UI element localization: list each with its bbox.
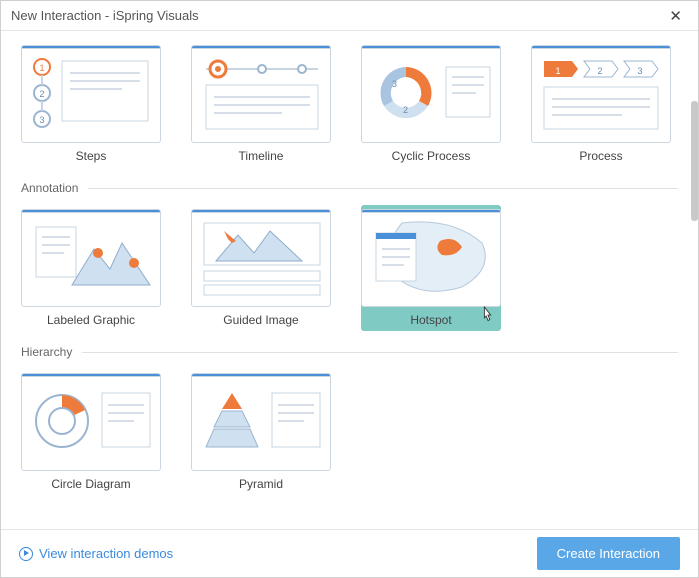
svg-text:2: 2 <box>597 66 602 76</box>
template-label: Hotspot <box>410 313 451 327</box>
gallery-row: Circle Diagram Pyramid <box>21 369 678 495</box>
cursor-pointer-icon <box>479 305 497 327</box>
template-label: Timeline <box>239 149 284 163</box>
template-labeled-graphic[interactable]: Labeled Graphic <box>21 205 161 331</box>
template-label: Pyramid <box>239 477 283 491</box>
section-title: Hierarchy <box>21 345 72 359</box>
svg-text:3: 3 <box>392 79 397 89</box>
template-hotspot[interactable]: Hotspot <box>361 205 501 331</box>
window-title: New Interaction - iSpring Visuals <box>11 8 199 23</box>
section-header-hierarchy: Hierarchy <box>21 345 678 359</box>
scrollbar[interactable] <box>691 101 698 221</box>
template-label: Guided Image <box>223 313 298 327</box>
section-title: Annotation <box>21 181 78 195</box>
template-cyclic-process[interactable]: 1 2 3 Cyclic Process <box>361 41 501 167</box>
template-pyramid[interactable]: Pyramid <box>191 369 331 495</box>
template-guided-image[interactable]: Guided Image <box>191 205 331 331</box>
svg-text:3: 3 <box>637 66 642 76</box>
template-label: Cyclic Process <box>392 149 471 163</box>
footer: View interaction demos Create Interactio… <box>1 529 698 577</box>
template-timeline[interactable]: Timeline <box>191 41 331 167</box>
gallery-row: Labeled Graphic Guided Image <box>21 205 678 331</box>
content-area: 1 2 3 Steps <box>1 31 698 529</box>
play-icon <box>19 547 33 561</box>
svg-text:2: 2 <box>39 89 44 99</box>
template-circle-diagram[interactable]: Circle Diagram <box>21 369 161 495</box>
create-interaction-button[interactable]: Create Interaction <box>537 537 680 570</box>
svg-text:1: 1 <box>417 87 422 97</box>
template-steps[interactable]: 1 2 3 Steps <box>21 41 161 167</box>
template-label: Steps <box>76 149 107 163</box>
svg-text:1: 1 <box>555 66 560 76</box>
template-label: Circle Diagram <box>51 477 130 491</box>
svg-text:1: 1 <box>39 63 44 73</box>
template-label: Process <box>579 149 622 163</box>
section-header-annotation: Annotation <box>21 181 678 195</box>
svg-text:3: 3 <box>39 115 44 125</box>
svg-text:2: 2 <box>403 105 408 115</box>
view-demos-link[interactable]: View interaction demos <box>19 546 173 561</box>
gallery-row: 1 2 3 Steps <box>21 41 678 167</box>
template-label: Labeled Graphic <box>47 313 135 327</box>
demo-link-text: View interaction demos <box>39 546 173 561</box>
close-icon[interactable]: ✕ <box>663 5 688 27</box>
template-process[interactable]: 1 2 3 Process <box>531 41 671 167</box>
titlebar: New Interaction - iSpring Visuals ✕ <box>1 1 698 31</box>
